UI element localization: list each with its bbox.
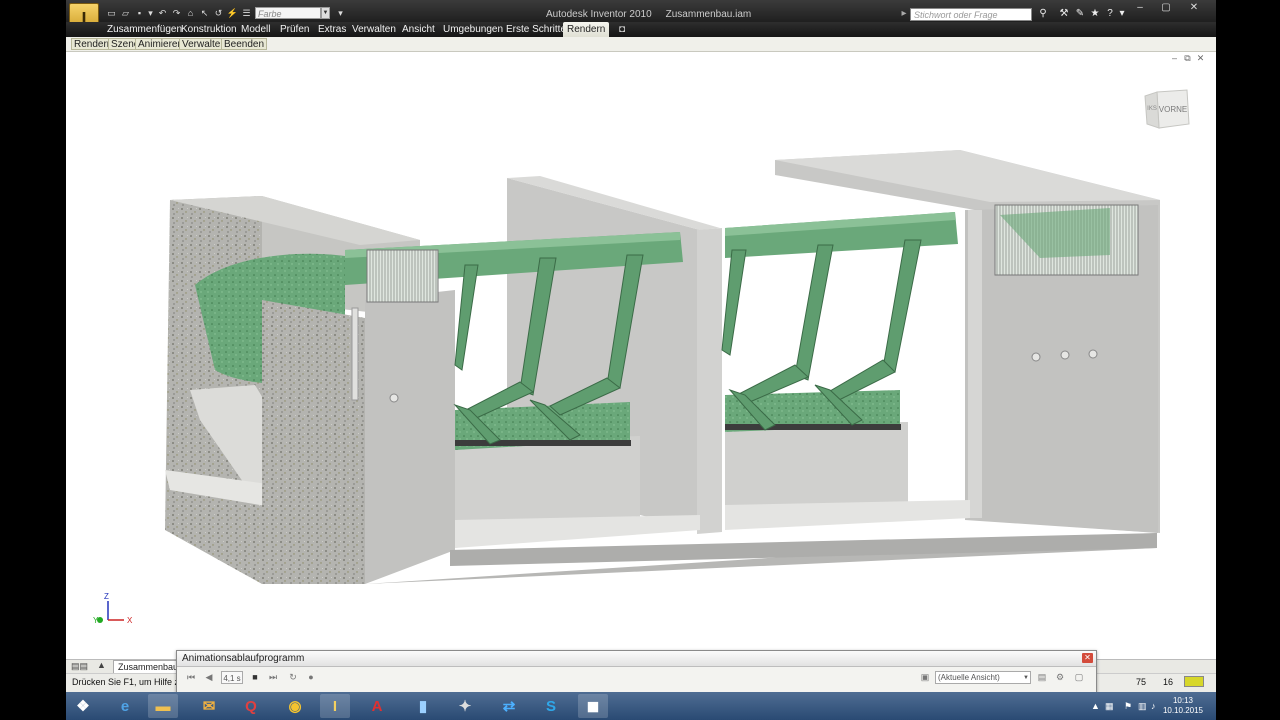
- chart-app-icon[interactable]: ▮: [408, 694, 438, 718]
- axis-x-label: X: [127, 616, 133, 625]
- close-icon[interactable]: ✕: [1082, 653, 1093, 663]
- window-title: Autodesk Inventor 2010 Zusammenbau.iam: [546, 9, 765, 20]
- network-app-icon[interactable]: ✦: [450, 694, 480, 718]
- status-hint: Drücken Sie F1, um Hilfe zu e: [72, 677, 192, 687]
- inventor-icon[interactable]: I: [320, 694, 350, 718]
- tab-zusammenfuegen[interactable]: Zusammenfügen: [107, 22, 182, 37]
- help-dropdown-icon[interactable]: ▾: [1116, 8, 1128, 20]
- status-value-1: 75: [1136, 677, 1147, 687]
- maximize-icon[interactable]: ▢: [1159, 2, 1173, 13]
- axis-z-label: Z: [104, 592, 109, 601]
- tab-ansicht[interactable]: Ansicht: [402, 22, 435, 37]
- tray-app-icon[interactable]: ▦: [1105, 701, 1114, 712]
- qat-dropdown-icon[interactable]: ▾: [335, 8, 346, 18]
- status-value-2: 16: [1163, 677, 1174, 687]
- view-select[interactable]: (Aktuelle Ansicht) ▼: [935, 671, 1031, 684]
- return-icon[interactable]: ↺: [213, 8, 224, 18]
- model-viewport[interactable]: Z X Y: [66, 51, 1216, 659]
- home-icon[interactable]: ⌂: [185, 8, 196, 18]
- help-icon[interactable]: ?: [1104, 8, 1116, 20]
- screen-left: [366, 249, 439, 303]
- autocad-icon[interactable]: A: [362, 694, 392, 718]
- ribbon-tab-bar: [66, 22, 1216, 37]
- internet-explorer-icon[interactable]: e: [110, 694, 140, 718]
- axis-y-label: Y: [93, 616, 99, 625]
- color-select[interactable]: Farbe: [255, 7, 321, 19]
- tab-modell[interactable]: Modell: [241, 22, 270, 37]
- status-indicator: [1184, 676, 1204, 687]
- animation-dialog-titlebar[interactable]: Animationsablaufprogramm ✕: [177, 651, 1096, 667]
- chevron-down-icon: ▼: [1023, 675, 1029, 681]
- key-icon[interactable]: ✎: [1074, 8, 1086, 20]
- redo-icon[interactable]: ↷: [171, 8, 182, 18]
- viewcube-side-label: IKS: [1147, 106, 1157, 112]
- clock-date: 10.10.2015: [1162, 706, 1204, 715]
- loop-icon[interactable]: ↻: [287, 671, 299, 683]
- start-button-icon[interactable]: ❖: [68, 694, 98, 718]
- view-select-value: (Aktuelle Ansicht): [938, 673, 1000, 682]
- time-field[interactable]: 4,1 s: [221, 671, 243, 684]
- save-icon[interactable]: ▪: [134, 8, 145, 18]
- tray-flag-icon[interactable]: ⚑: [1124, 701, 1132, 712]
- tab-umgebungen[interactable]: Umgebungen: [443, 22, 503, 37]
- search-input[interactable]: Stichwort oder Frage eingeben: [910, 8, 1032, 33]
- tab-rendern[interactable]: Rendern: [563, 22, 610, 37]
- browser-toggle-icon[interactable]: ▤▤: [71, 661, 88, 672]
- expand-icon[interactable]: ▢: [1073, 671, 1085, 683]
- open-icon[interactable]: ▱: [120, 8, 131, 18]
- binoculars-icon[interactable]: ⚲: [1037, 8, 1049, 20]
- stop-icon[interactable]: ■: [249, 671, 261, 683]
- chrome-icon[interactable]: ◉: [280, 694, 310, 718]
- add-camera-icon[interactable]: ▤: [1036, 671, 1048, 683]
- rewind-start-icon[interactable]: ⏮: [185, 671, 197, 683]
- explorer-icon[interactable]: ▬: [148, 694, 178, 718]
- animation-dialog-title: Animationsablaufprogramm: [182, 653, 305, 664]
- undo-icon[interactable]: ↶: [157, 8, 168, 18]
- viewcube[interactable]: VORNE IKS: [1143, 88, 1191, 130]
- chamber-2-floor: [725, 422, 908, 515]
- ribbon-toggle-icon[interactable]: ◘: [619, 22, 625, 37]
- mail-icon[interactable]: ✉: [194, 694, 224, 718]
- settings-icon[interactable]: ⚙: [1054, 671, 1066, 683]
- tab-erste-schritte[interactable]: Erste Schritte: [506, 22, 566, 37]
- camera-icon[interactable]: ▣: [919, 671, 931, 683]
- tab-verwalten[interactable]: Verwalten: [352, 22, 396, 37]
- properties-icon[interactable]: ☰: [241, 8, 252, 18]
- viewcube-front-label: VORNE: [1159, 105, 1187, 114]
- tab-pruefen[interactable]: Prüfen: [280, 22, 309, 37]
- search-expand-icon[interactable]: ▸: [898, 8, 910, 20]
- taskbar-clock[interactable]: 10:13 10.10.2015: [1161, 696, 1205, 716]
- left-pier: [365, 290, 455, 584]
- scroll-up-icon[interactable]: ▲: [97, 660, 106, 670]
- coordinate-triad: Z X Y: [93, 592, 133, 625]
- tab-extras[interactable]: Extras: [318, 22, 346, 37]
- minimize-icon[interactable]: –: [1133, 2, 1147, 13]
- recorder-icon[interactable]: ◼: [578, 694, 608, 718]
- tray-network-icon[interactable]: ▥: [1138, 701, 1147, 712]
- document-name: Zusammenbau.iam: [665, 9, 752, 20]
- select-icon[interactable]: ↖: [199, 8, 210, 18]
- app-name: Autodesk Inventor 2010: [546, 9, 652, 20]
- panel-beenden[interactable]: Beenden: [221, 38, 268, 50]
- tray-expand-icon[interactable]: ▲: [1091, 701, 1100, 711]
- tray-volume-icon[interactable]: ♪: [1151, 701, 1156, 711]
- save-dropdown-icon[interactable]: ▾: [145, 8, 156, 18]
- update-icon[interactable]: ⚡: [227, 8, 238, 18]
- tools-icon[interactable]: ⚒: [1058, 8, 1070, 20]
- tab-konstruktion[interactable]: Konstruktion: [181, 22, 237, 37]
- chevron-down-icon[interactable]: ▼: [321, 7, 330, 19]
- skype-icon[interactable]: S: [536, 694, 566, 718]
- star-icon[interactable]: ★: [1089, 8, 1101, 20]
- close-icon[interactable]: ✕: [1187, 2, 1201, 13]
- forward-end-icon[interactable]: ⏭: [267, 671, 279, 683]
- search-app-icon[interactable]: Q: [236, 694, 266, 718]
- reverse-play-icon[interactable]: ◀: [203, 671, 215, 683]
- animation-timeline-dialog: Animationsablaufprogramm ✕ ⏮ ◀ 4,1 s ■ ⏭…: [176, 650, 1097, 693]
- record-icon[interactable]: ●: [305, 671, 317, 683]
- teamviewer-icon[interactable]: ⇄: [494, 694, 524, 718]
- clock-time: 10:13: [1172, 696, 1194, 705]
- new-icon[interactable]: ▭: [106, 8, 117, 18]
